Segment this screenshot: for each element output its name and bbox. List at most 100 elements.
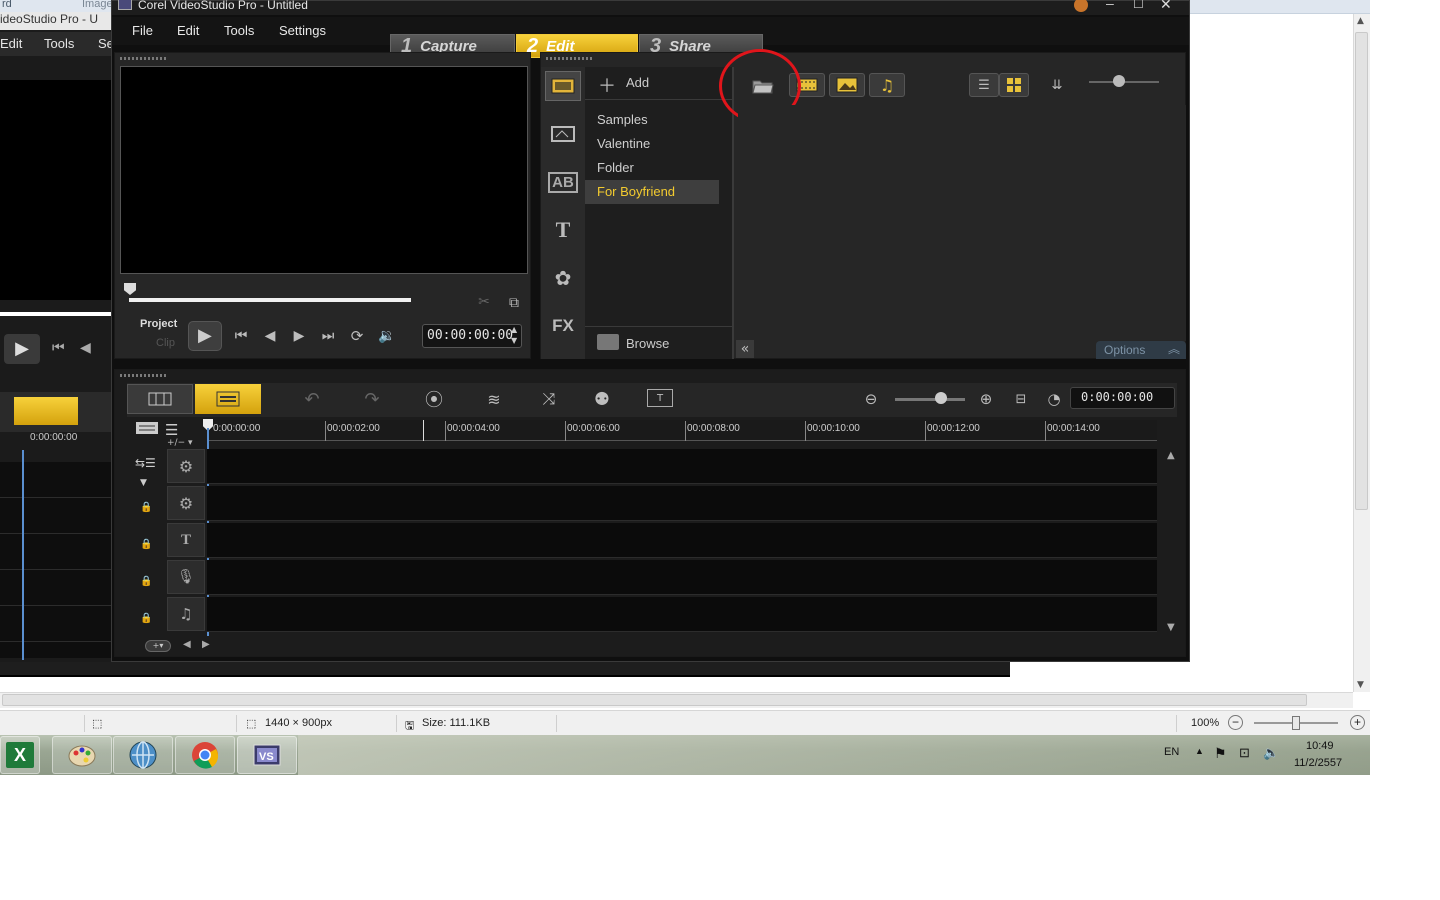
storyboard-view-icon[interactable] — [127, 384, 193, 414]
show-photos-toggle[interactable] — [829, 73, 865, 97]
voice-track[interactable] — [207, 560, 1157, 595]
clock-date[interactable]: 11/2/2557 — [1294, 757, 1342, 769]
add-track-button[interactable]: +▾ — [145, 640, 171, 652]
repeat-icon[interactable]: ⟳ — [347, 326, 367, 346]
folder-item-folder[interactable]: Folder — [597, 160, 634, 175]
sort-icon[interactable]: ⇊ — [1044, 73, 1070, 97]
vertical-scroll-thumb[interactable] — [1355, 32, 1368, 510]
maximize-button[interactable]: ☐ — [1133, 0, 1144, 11]
timeline-zoom-slider-thumb[interactable] — [935, 392, 947, 404]
title-text-icon[interactable]: T — [545, 215, 581, 245]
timecode-field[interactable]: 00:00:00:00 ▲ ▼ — [422, 324, 522, 348]
fit-project-icon[interactable]: ⊟ — [1011, 389, 1031, 409]
overlay-track[interactable] — [207, 486, 1157, 521]
language-indicator[interactable]: EN — [1164, 746, 1179, 758]
voice-track-header[interactable]: 🎙 — [167, 560, 205, 594]
media-library-icon[interactable] — [545, 71, 581, 101]
zoom-in-timeline-icon[interactable]: ⊕ — [976, 389, 996, 409]
music-track[interactable] — [207, 597, 1157, 632]
menu-settings[interactable]: Settings — [279, 23, 326, 38]
collapse-library-icon[interactable]: « — [736, 340, 754, 358]
folder-item-for-boyfriend[interactable]: For Boyfriend — [597, 184, 675, 199]
menu-file[interactable]: File — [132, 23, 153, 38]
menu-edit[interactable]: Edit — [177, 23, 199, 38]
taskbar-videostudio[interactable]: VS — [237, 736, 297, 774]
menu-tools[interactable]: Tools — [224, 23, 254, 38]
track-scroll-up-icon[interactable]: ▲ — [1167, 450, 1175, 461]
clip-mode-label[interactable]: Clip — [156, 337, 175, 349]
sound-mixer-icon[interactable]: ≋ — [480, 387, 508, 411]
track-manager-icon[interactable] — [135, 420, 161, 440]
minimize-button[interactable]: – — [1106, 0, 1114, 11]
corel-help-icon[interactable] — [1074, 0, 1088, 12]
record-capture-icon[interactable]: ⦿ — [421, 387, 447, 411]
timeline-scroll-left-icon[interactable]: ◀ — [183, 639, 191, 650]
previous-frame-icon[interactable]: ◀ — [260, 326, 280, 346]
scrub-bar[interactable] — [129, 298, 411, 302]
flag-icon[interactable]: ⚑ — [1214, 745, 1227, 762]
scrubber-handle[interactable] — [124, 283, 136, 295]
timecode-down-icon[interactable]: ▼ — [511, 336, 517, 345]
title-track-header[interactable]: T — [167, 523, 205, 557]
list-view-icon[interactable]: ☰ — [969, 73, 999, 97]
ripple-dropdown-icon[interactable]: ▼ — [140, 478, 147, 488]
track-scroll-down-icon[interactable]: ▼ — [1167, 622, 1175, 633]
graphic-icon[interactable]: ✿ — [545, 263, 581, 293]
preview-screen[interactable] — [120, 66, 528, 274]
zoom-out-icon[interactable]: − — [1228, 715, 1243, 730]
timeline-view-icon[interactable] — [195, 384, 261, 414]
motion-tracking-icon[interactable]: ⚉ — [587, 387, 617, 411]
folder-item-valentine[interactable]: Valentine — [597, 136, 650, 151]
close-button[interactable]: ✕ — [1160, 0, 1172, 13]
redo-icon[interactable]: ↷ — [361, 388, 383, 410]
options-button[interactable]: Options ︽ — [1096, 341, 1186, 359]
taskbar-chrome[interactable] — [175, 736, 235, 774]
clock-time[interactable]: 10:49 — [1306, 740, 1334, 752]
show-hidden-icons[interactable]: ▲ — [1195, 746, 1204, 756]
project-duration-icon[interactable]: ◔ — [1044, 389, 1064, 409]
volume-icon[interactable]: 🔈 — [1263, 745, 1279, 761]
music-track-header[interactable]: ♫ — [167, 597, 205, 631]
auto-music-icon[interactable]: ⤨ — [535, 387, 563, 411]
project-mode-label[interactable]: Project — [140, 318, 177, 330]
scissors-icon[interactable]: ✂ — [475, 293, 493, 311]
zoom-out-timeline-icon[interactable]: ⊖ — [861, 389, 881, 409]
undo-icon[interactable]: ↶ — [301, 388, 323, 410]
zoom-in-icon[interactable]: + — [1350, 715, 1365, 730]
library-panel-grip[interactable] — [546, 57, 592, 60]
zoom-slider-thumb[interactable] — [1292, 716, 1300, 730]
video-track-header[interactable]: ⚙ — [167, 449, 205, 483]
overlay-track-header[interactable]: ⚙ — [167, 486, 205, 520]
subtitle-editor-icon[interactable]: T — [647, 389, 673, 407]
music-track-lock-icon[interactable]: 🔒 — [140, 613, 152, 624]
thumbnail-size-slider-thumb[interactable] — [1113, 75, 1125, 87]
video-track[interactable] — [207, 449, 1157, 484]
taskbar-globe-app[interactable] — [113, 736, 173, 774]
horizontal-scroll-thumb[interactable] — [2, 694, 1307, 706]
taskbar-excel[interactable]: X — [0, 736, 40, 774]
browse-button[interactable]: Browse — [585, 326, 734, 359]
player-panel-grip[interactable] — [120, 57, 166, 60]
scroll-up-icon[interactable]: ▲ — [1357, 16, 1364, 26]
go-to-start-icon[interactable]: ⏮ — [231, 326, 251, 346]
timeline-timecode-field[interactable]: 0:00:00:00 — [1070, 387, 1175, 409]
next-frame-icon[interactable]: ▶ — [289, 326, 309, 346]
timeline-zoom-slider[interactable] — [895, 398, 965, 401]
overlay-track-lock-icon[interactable]: 🔒 — [140, 502, 152, 513]
show-audio-toggle[interactable]: ♫ — [869, 73, 905, 97]
folder-item-samples[interactable]: Samples — [597, 112, 648, 127]
thumbnail-view-icon[interactable] — [999, 73, 1029, 97]
title-track[interactable] — [207, 523, 1157, 558]
timeline-panel-grip[interactable] — [120, 374, 166, 377]
play-button[interactable]: ▶ — [188, 321, 222, 351]
add-folder-button[interactable]: ＋ Add — [585, 67, 734, 100]
filter-fx-icon[interactable]: FX — [545, 311, 581, 341]
add-remove-chapter-icon[interactable]: +/− ▾ — [167, 438, 193, 448]
instant-project-icon[interactable] — [545, 119, 581, 149]
taskbar-paint[interactable] — [52, 736, 112, 774]
enlarge-preview-icon[interactable]: ⧉ — [504, 293, 524, 313]
timeline-scroll-right-icon[interactable]: ▶ — [202, 639, 210, 650]
scroll-down-icon[interactable]: ▼ — [1357, 680, 1364, 690]
go-to-end-icon[interactable]: ⏭ — [318, 326, 338, 346]
ripple-editing-icon[interactable]: ⇆☰ — [135, 456, 156, 470]
